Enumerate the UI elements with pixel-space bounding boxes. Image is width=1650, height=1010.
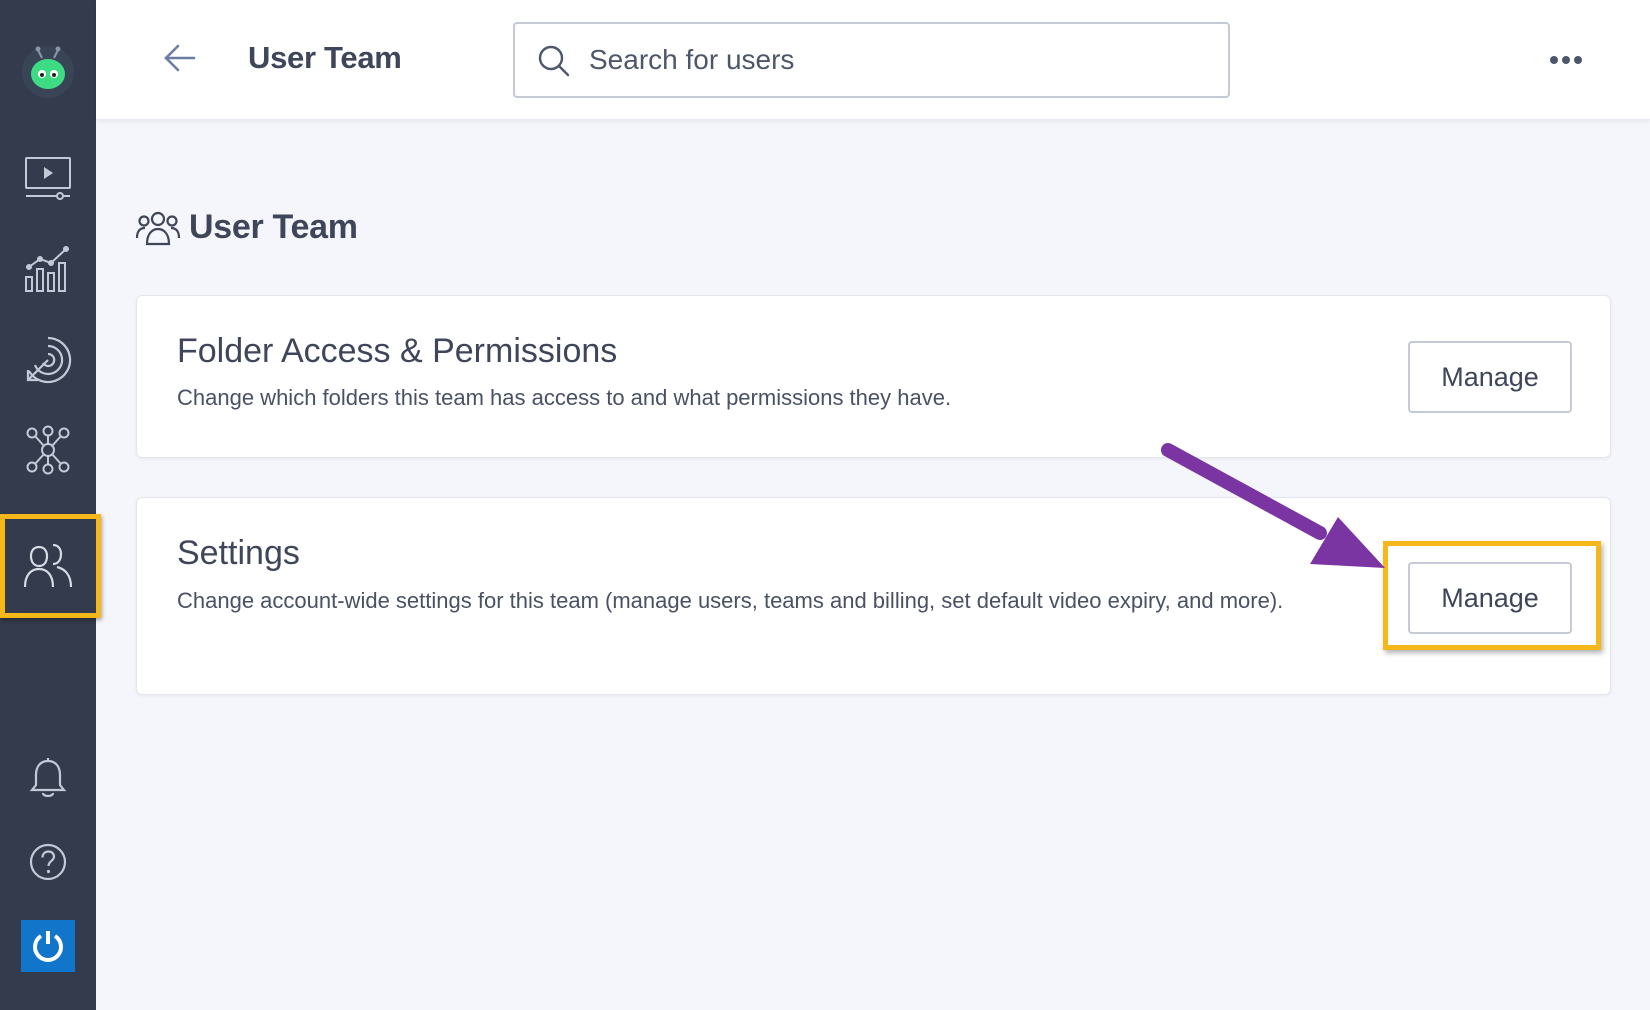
- card-description: Change which folders this team has acces…: [177, 385, 952, 410]
- back-button[interactable]: [162, 42, 198, 74]
- card-description: Change account-wide settings for this te…: [177, 588, 1284, 613]
- integrations-network-icon: [26, 425, 70, 475]
- page-heading: User Team: [135, 208, 358, 247]
- dot-icon: [1574, 56, 1582, 64]
- app-logo[interactable]: [0, 40, 96, 104]
- arrow-left-icon: [164, 44, 196, 72]
- search-icon: [538, 45, 570, 77]
- manage-folder-access-button[interactable]: Manage: [1408, 341, 1572, 413]
- analytics-chart-icon: [25, 246, 69, 292]
- page-title: User Team: [189, 208, 358, 246]
- search-input[interactable]: [589, 38, 1209, 82]
- header-title: User Team: [248, 40, 402, 75]
- robot-logo-icon: [22, 46, 74, 98]
- search-box[interactable]: [513, 22, 1230, 98]
- sidebar-item-videos[interactable]: [0, 150, 96, 206]
- card-settings: Settings Change account-wide settings fo…: [136, 497, 1611, 695]
- sidebar-item-help[interactable]: [0, 834, 96, 890]
- manage-settings-button[interactable]: Manage: [1408, 562, 1572, 634]
- sidebar: [0, 0, 101, 1010]
- card-title: Settings: [177, 534, 300, 572]
- sidebar-item-account[interactable]: [0, 918, 96, 974]
- more-options-button[interactable]: [1546, 48, 1586, 72]
- sidebar-highlight-box: [0, 514, 101, 618]
- card-folder-access: Folder Access & Permissions Change which…: [136, 295, 1611, 458]
- help-icon: [29, 843, 67, 881]
- card-title: Folder Access & Permissions: [177, 332, 618, 370]
- bell-icon: [29, 758, 67, 798]
- sidebar-item-analytics[interactable]: [0, 240, 96, 296]
- dot-icon: [1562, 56, 1570, 64]
- dot-icon: [1550, 56, 1558, 64]
- power-icon: [21, 920, 75, 972]
- sidebar-item-notifications[interactable]: [0, 750, 96, 806]
- video-library-icon: [25, 157, 71, 200]
- sidebar-item-integrations[interactable]: [0, 422, 96, 478]
- sidebar-item-campaigns[interactable]: [0, 332, 96, 388]
- top-header: User Team: [96, 0, 1650, 120]
- users-group-icon: [135, 211, 181, 245]
- target-icon: [26, 336, 72, 384]
